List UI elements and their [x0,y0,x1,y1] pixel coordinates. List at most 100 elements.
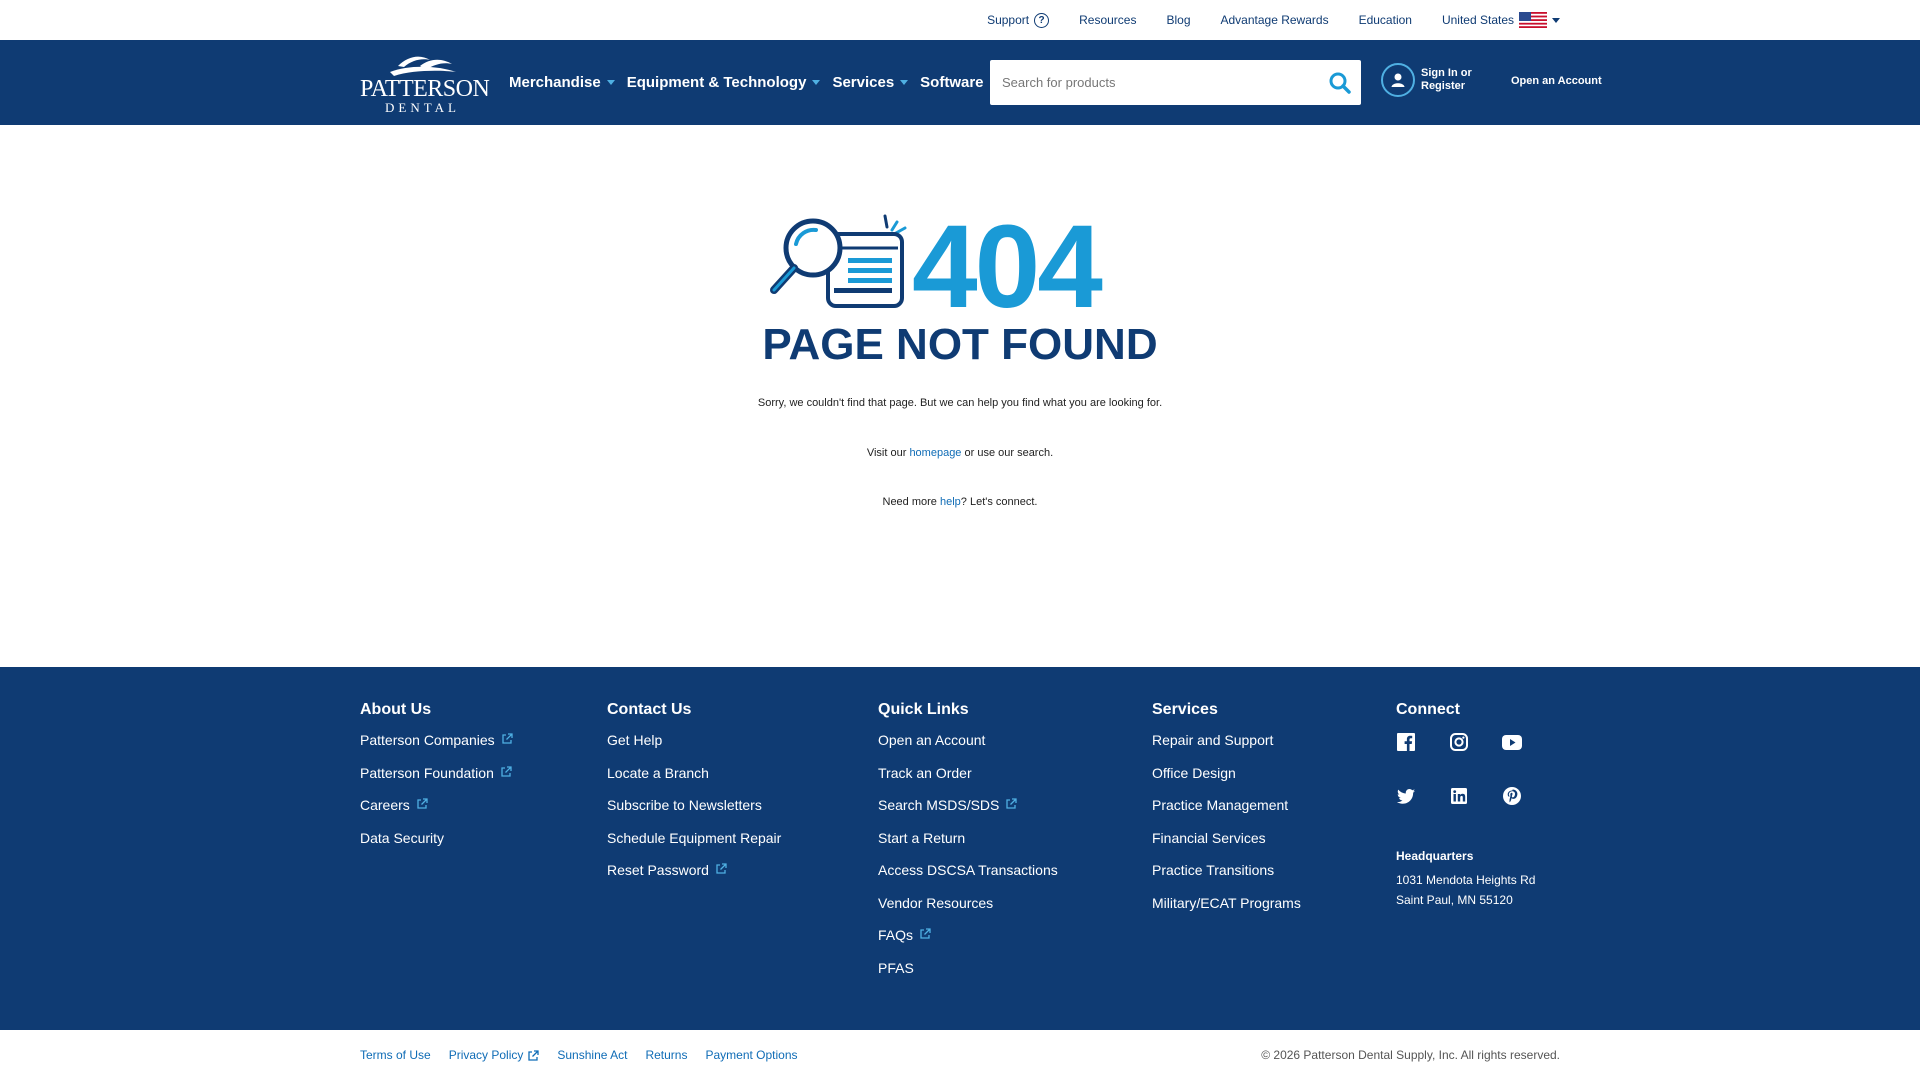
error-title: PAGE NOT FOUND [762,320,1158,369]
footer-link-locate-branch[interactable]: Locate a Branch [607,765,781,798]
footer-link-data-security[interactable]: Data Security [360,830,513,863]
help-pre: Need more [882,496,940,508]
open-account-link[interactable]: Open an Account [1511,75,1602,87]
footer-link-track-order[interactable]: Track an Order [878,765,1058,798]
education-link[interactable]: Education [1359,13,1412,27]
footer-link-schedule-repair[interactable]: Schedule Equipment Repair [607,830,781,863]
resources-link[interactable]: Resources [1079,13,1136,27]
external-link-icon [501,765,512,777]
link-label: Open an Account [878,732,986,748]
sign-in-register-link[interactable]: Sign In or Register [1381,63,1481,97]
nav-equipment-technology[interactable]: Equipment & Technology [627,74,821,91]
footer-link-patterson-companies[interactable]: Patterson Companies [360,732,513,765]
legal-links: Terms of Use Privacy Policy Sunshine Act… [360,1030,798,1080]
footer-link-faqs[interactable]: FAQs [878,927,1058,960]
footer-link-search-msds[interactable]: Search MSDS/SDS [878,797,1058,830]
sunshine-act-link[interactable]: Sunshine Act [557,1048,627,1062]
link-label: PFAS [878,959,914,976]
footer-link-financial-services[interactable]: Financial Services [1152,830,1301,863]
link-label: Careers [360,797,410,813]
visit-pre: Visit our [866,447,910,459]
footer-link-pfas[interactable]: PFAS [878,960,1058,993]
help-link[interactable]: help [940,496,961,508]
user-icon [1381,63,1415,97]
nav-services-label: Services [832,74,895,91]
footer-link-repair-support[interactable]: Repair and Support [1152,732,1301,765]
footer-link-patterson-foundation[interactable]: Patterson Foundation [360,765,513,798]
homepage-link[interactable]: homepage [909,447,961,459]
footer-link-open-account[interactable]: Open an Account [878,732,1058,765]
link-label: Reset Password [607,862,709,878]
advantage-rewards-link[interactable]: Advantage Rewards [1221,13,1329,27]
payment-options-link[interactable]: Payment Options [705,1048,797,1062]
nav-services[interactable]: Services [832,74,909,91]
link-label: Track an Order [878,764,972,781]
pinterest-icon[interactable] [1502,786,1522,806]
sign-in-line1: Sign In or [1421,67,1472,79]
footer-link-start-return[interactable]: Start a Return [878,830,1058,863]
hq-address-line1: 1031 Mendota Heights Rd [1396,873,1536,887]
search-icon[interactable] [1319,60,1361,105]
site-footer: About Us Patterson Companies Patterson F… [0,667,1920,1030]
privacy-policy-link[interactable]: Privacy Policy [449,1048,540,1062]
footer-connect-column: Connect Headquarters 1031 Mendota Height… [1396,701,1555,910]
external-link-icon [417,798,428,809]
returns-link[interactable]: Returns [645,1048,687,1062]
link-label: Access DSCSA Transactions [878,862,1058,878]
link-label: Locate a Branch [607,764,709,781]
legal-bar: Terms of Use Privacy Policy Sunshine Act… [0,1030,1920,1080]
search-input[interactable] [990,60,1319,105]
footer-link-practice-management[interactable]: Practice Management [1152,797,1301,830]
us-flag-icon [1519,12,1547,28]
help-message: Need more help? Let's connect. [0,496,1920,508]
footer-link-subscribe-newsletters[interactable]: Subscribe to Newsletters [607,797,781,830]
patterson-dental-logo[interactable]: PATTERSON DENTAL [360,52,490,115]
privacy-label: Privacy Policy [448,1048,524,1062]
footer-link-military-ecat[interactable]: Military/ECAT Programs [1152,895,1301,928]
country-selector[interactable]: United States [1442,12,1560,28]
visit-message: Visit our homepage or use our search. [0,447,1920,459]
footer-link-careers[interactable]: Careers [360,797,513,830]
link-label: Military/ECAT Programs [1152,894,1301,911]
support-link[interactable]: Support ? [987,12,1050,28]
footer-link-get-help[interactable]: Get Help [607,732,781,765]
main-header: PATTERSON DENTAL Merchandise Equipment &… [0,40,1920,125]
twitter-icon[interactable] [1396,786,1416,806]
sorry-message: Sorry, we couldn't find that page. But w… [757,397,1163,409]
link-label: Data Security [360,829,445,846]
nav-merchandise[interactable]: Merchandise [509,74,615,91]
footer-services-heading: Services [1152,701,1218,718]
footer-about-column: About Us Patterson Companies Patterson F… [360,701,513,862]
nav-software-label: Software [920,74,984,91]
linkedin-icon[interactable] [1449,786,1469,806]
footer-link-practice-transitions[interactable]: Practice Transitions [1152,862,1301,895]
logo-subword: DENTAL [385,100,460,115]
primary-nav: Merchandise Equipment & Technology Servi… [509,40,998,125]
chevron-down-icon [606,80,615,85]
facebook-icon[interactable] [1396,732,1416,752]
footer-link-office-design[interactable]: Office Design [1152,765,1301,798]
instagram-icon[interactable] [1449,732,1469,752]
nav-software[interactable]: Software [920,74,998,91]
chevron-down-icon [900,80,909,85]
youtube-icon[interactable] [1502,732,1522,752]
link-label: Office Design [1152,764,1236,781]
footer-services-column: Services Repair and Support Office Desig… [1152,701,1301,927]
error-code: 404 [912,201,1103,333]
link-label: Get Help [607,732,663,748]
terms-of-use-link[interactable]: Terms of Use [360,1048,431,1062]
nav-merchandise-label: Merchandise [509,74,601,91]
footer-link-vendor-resources[interactable]: Vendor Resources [878,895,1058,928]
footer-quick-heading: Quick Links [878,701,969,718]
link-label: FAQs [878,927,914,943]
link-label: Repair and Support [1152,732,1274,748]
country-label: United States [1441,13,1514,27]
blog-link[interactable]: Blog [1166,13,1190,27]
logo-wordmark: PATTERSON [360,76,490,102]
footer-link-reset-password[interactable]: Reset Password [607,862,781,895]
link-label: Practice Management [1152,797,1289,813]
social-links [1396,732,1555,806]
link-label: Financial Services [1152,829,1266,846]
chevron-down-icon [812,80,821,85]
footer-link-dscsa[interactable]: Access DSCSA Transactions [878,862,1058,895]
